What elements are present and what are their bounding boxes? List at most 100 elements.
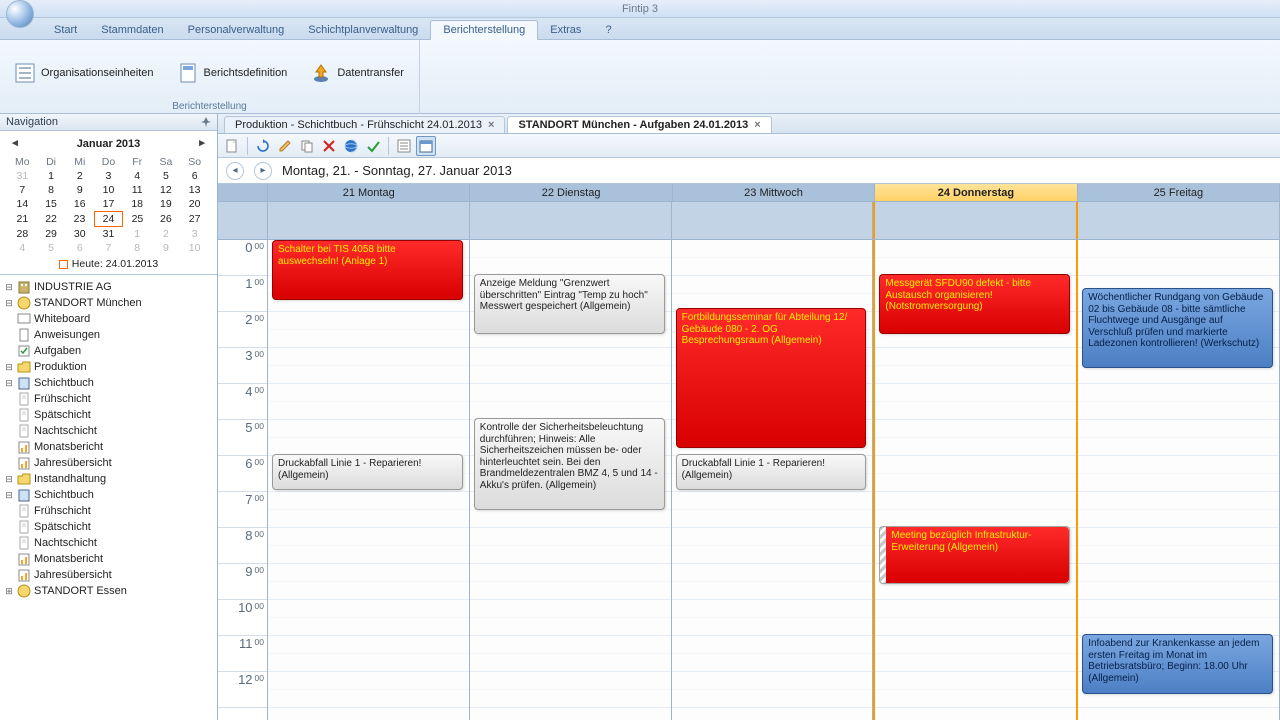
calendar-event[interactable]: Druckabfall Linie 1 - Reparieren! (Allge… [272,454,463,490]
tree-node[interactable]: Spätschicht [2,519,215,535]
day-header[interactable]: 22 Dienstag [470,184,672,201]
allday-band[interactable] [1078,202,1280,239]
calendar-event[interactable]: Schalter bei TIS 4058 bitte auswechseln!… [272,240,463,300]
delete-button[interactable] [319,136,339,156]
org-units-button[interactable]: Organisationseinheiten [8,59,161,87]
calendar-grid[interactable]: 21 Montag22 Dienstag23 Mittwoch24 Donner… [218,184,1280,720]
report-definition-button[interactable]: Berichtsdefinition [171,59,295,87]
tree-node[interactable]: ⊟Produktion [2,359,215,375]
refresh-button[interactable] [253,136,273,156]
calendar-day[interactable]: 16 [65,197,94,212]
calendar-day[interactable]: 19 [152,197,181,212]
calendar-day[interactable]: 12 [152,183,181,197]
calendar-day[interactable]: 11 [123,183,152,197]
calendar-day[interactable]: 18 [123,197,152,212]
calendar-day[interactable]: 13 [180,183,209,197]
calendar-day[interactable]: 6 [180,169,209,183]
calendar-day[interactable]: 7 [8,183,37,197]
allday-band[interactable] [470,202,672,239]
day-header[interactable]: 25 Freitag [1078,184,1280,201]
tree-node[interactable]: Whiteboard [2,311,215,327]
list-view-button[interactable] [394,136,414,156]
calendar-event[interactable]: Anzeige Meldung "Grenzwert überschritten… [474,274,665,334]
prev-month-button[interactable]: ◂ [8,137,22,151]
calendar-day[interactable]: 10 [180,241,209,255]
tree-expander[interactable]: ⊟ [4,490,14,501]
calendar-day[interactable]: 9 [152,241,181,255]
allday-band[interactable] [268,202,470,239]
edit-button[interactable] [275,136,295,156]
tree-node[interactable]: ⊞STANDORT Essen [2,583,215,599]
calendar-event[interactable]: Infoabend zur Krankenkasse an jedem erst… [1082,634,1273,694]
calendar-day[interactable]: 15 [37,197,66,212]
tree-node[interactable]: ⊟STANDORT München [2,295,215,311]
tree-node[interactable]: Frühschicht [2,391,215,407]
check-button[interactable] [363,136,383,156]
tree-node[interactable]: Jahresübersicht [2,455,215,471]
calendar-day[interactable]: 31 [8,169,37,183]
close-tab-button[interactable]: × [488,119,494,131]
calendar-day[interactable]: 21 [8,212,37,227]
globe-button[interactable] [341,136,361,156]
tree-expander[interactable]: ⊟ [4,474,14,485]
tree-node[interactable]: ⊟INDUSTRIE AG [2,279,215,295]
pin-icon[interactable] [201,117,211,127]
calendar-day[interactable]: 23 [65,212,94,227]
ribbon-tab-schichtplanverwaltung[interactable]: Schichtplanverwaltung [296,21,430,39]
calendar-view-button[interactable] [416,136,436,156]
tree-expander[interactable]: ⊞ [4,586,14,597]
calendar-event[interactable]: Meeting bezüglich Infrastruktur-Erweiter… [879,526,1070,584]
new-button[interactable] [222,136,242,156]
tree-expander[interactable]: ⊟ [4,362,14,373]
calendar-event[interactable]: Wöchentlicher Rundgang von Gebäude 02 bi… [1082,288,1273,368]
tree-node[interactable]: Spätschicht [2,407,215,423]
allday-band[interactable] [873,202,1078,239]
calendar-event[interactable]: Kontrolle der Sicherheitsbeleuchtung dur… [474,418,665,510]
calendar-day[interactable]: 3 [94,169,123,183]
calendar-day[interactable]: 24 [94,212,123,227]
calendar-day[interactable]: 30 [65,227,94,242]
tree-expander[interactable]: ⊟ [4,298,14,309]
calendar-day[interactable]: 7 [94,241,123,255]
tree-node[interactable]: Monatsbericht [2,551,215,567]
calendar-day[interactable]: 8 [123,241,152,255]
calendar-event[interactable]: Messgerät SFDU90 defekt - bitte Austausc… [879,274,1070,334]
document-tab[interactable]: STANDORT München - Aufgaben 24.01.2013× [507,116,771,133]
calendar-day[interactable]: 1 [37,169,66,183]
calendar-day[interactable]: 22 [37,212,66,227]
tree-node[interactable]: ⊟Instandhaltung [2,471,215,487]
calendar-event[interactable]: Fortbildungsseminar für Abteilung 12/ Ge… [676,308,867,448]
tree-node[interactable]: ⊟Schichtbuch [2,487,215,503]
calendar-day[interactable]: 1 [123,227,152,242]
calendar-day[interactable]: 2 [152,227,181,242]
tree-node[interactable]: Nachtschicht [2,423,215,439]
calendar-day[interactable]: 28 [8,227,37,242]
document-tab[interactable]: Produktion - Schichtbuch - Frühschicht 2… [224,116,505,133]
ribbon-tab-extras[interactable]: Extras [538,21,593,39]
day-header[interactable]: 21 Montag [268,184,470,201]
ribbon-tab-berichterstellung[interactable]: Berichterstellung [430,20,538,40]
tree-expander[interactable]: ⊟ [4,378,14,389]
tree-expander[interactable]: ⊟ [4,282,14,293]
close-tab-button[interactable]: × [754,119,760,131]
calendar-day[interactable]: 9 [65,183,94,197]
calendar-day[interactable]: 6 [65,241,94,255]
calendar-day[interactable]: 5 [37,241,66,255]
today-link[interactable]: Heute: 24.01.2013 [8,258,209,270]
prev-week-button[interactable]: ◂ [226,162,244,180]
calendar-day[interactable]: 20 [180,197,209,212]
tree-node[interactable]: ⊟Schichtbuch [2,375,215,391]
tree-node[interactable]: Monatsbericht [2,439,215,455]
next-week-button[interactable]: ▸ [254,162,272,180]
copy-button[interactable] [297,136,317,156]
tree-node[interactable]: Anweisungen [2,327,215,343]
calendar-day[interactable]: 4 [8,241,37,255]
navigation-tree[interactable]: ⊟INDUSTRIE AG⊟STANDORT MünchenWhiteboard… [0,275,217,720]
calendar-day[interactable]: 17 [94,197,123,212]
tree-node[interactable]: Aufgaben [2,343,215,359]
calendar-day[interactable]: 27 [180,212,209,227]
day-header[interactable]: 23 Mittwoch [673,184,875,201]
calendar-day[interactable]: 8 [37,183,66,197]
day-header[interactable]: 24 Donnerstag [875,184,1077,201]
ribbon-tab-start[interactable]: Start [42,21,89,39]
